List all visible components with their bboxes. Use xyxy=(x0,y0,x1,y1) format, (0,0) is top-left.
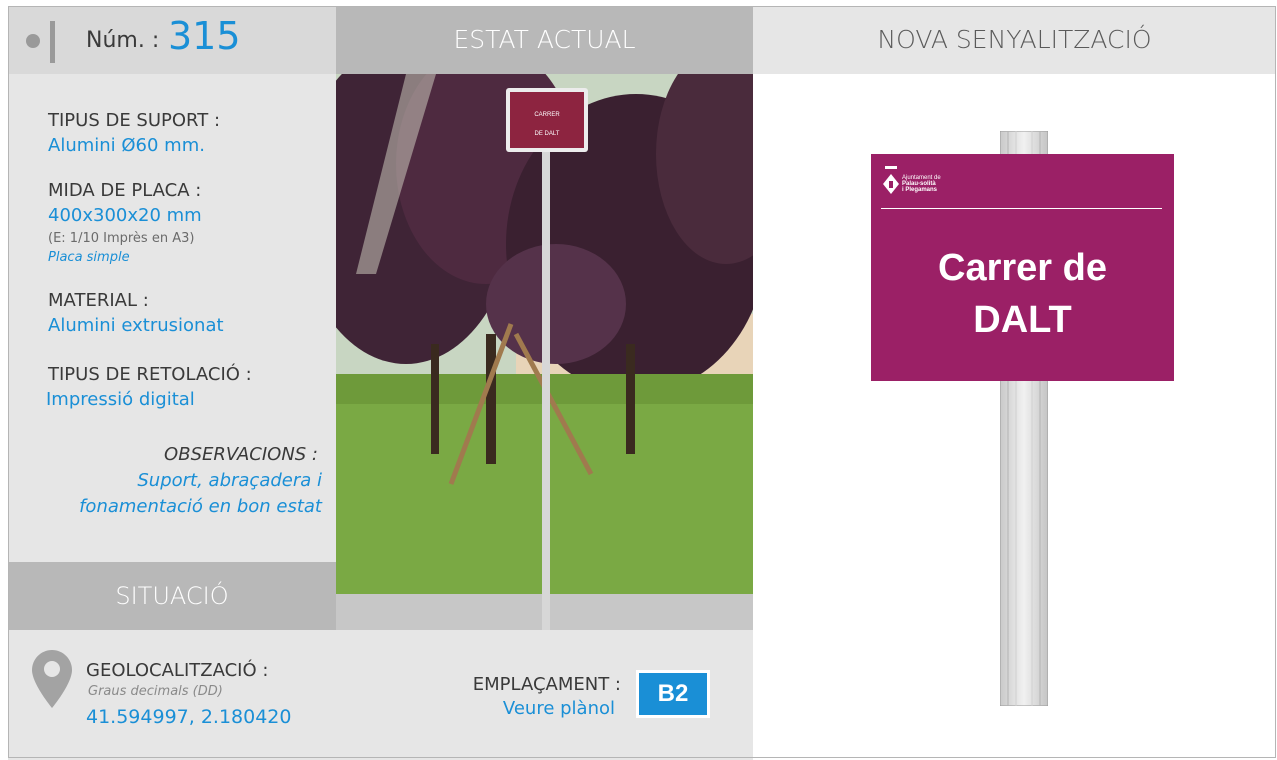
bullet-bar-icon xyxy=(50,21,55,63)
material-label: MATERIAL : xyxy=(48,290,149,311)
geo-coordinates: 41.594997, 2.180420 xyxy=(86,706,292,728)
sign-number-value: 315 xyxy=(168,14,241,58)
geo-format: Graus decimals (DD) xyxy=(88,684,223,699)
situacio-title: SITUACIÓ xyxy=(115,582,229,610)
mida-placa-type: Placa simple xyxy=(48,250,130,265)
material-value: Alumini extrusionat xyxy=(48,315,224,336)
estat-actual-title: ESTAT ACTUAL xyxy=(453,25,636,54)
mida-placa-note: (E: 1/10 Imprès en A3) xyxy=(48,231,195,246)
old-sign-line-2: DE DALT xyxy=(534,131,560,137)
nova-senyalitzacio-header: NOVA SENYALITZACIÓ xyxy=(753,6,1276,74)
old-sign-line-1: CARRER xyxy=(534,112,560,118)
street-line-2: DALT xyxy=(973,299,1072,341)
situacio-header: SITUACIÓ xyxy=(8,562,336,630)
observacions-line-2: fonamentació en bon estat xyxy=(79,496,322,517)
sign-number-label: Núm. : xyxy=(86,28,160,53)
location-pin-icon xyxy=(32,650,72,708)
new-sign-plate: Ajuntament de Palau-solità i Plegamans C… xyxy=(871,154,1174,381)
emplacament-code-badge[interactable]: B2 xyxy=(636,670,710,718)
current-state-photo: CARRER DE DALT xyxy=(336,74,753,630)
estat-actual-header: ESTAT ACTUAL xyxy=(336,6,753,74)
logo-line-3: i Plegamans xyxy=(902,187,938,193)
geo-label: GEOLOCALITZACIÓ : xyxy=(86,660,269,681)
sign-divider xyxy=(881,208,1162,209)
mida-placa-value: 400x300x20 mm xyxy=(48,205,202,226)
street-line-1: Carrer de xyxy=(938,247,1107,289)
tipus-suport-value: Alumini Ø60 mm. xyxy=(48,135,205,156)
mida-placa-label: MIDA DE PLACA : xyxy=(48,180,202,201)
retolacio-label: TIPUS DE RETOLACIÓ : xyxy=(48,364,252,385)
council-logo-text: Ajuntament de Palau-solità i Plegamans xyxy=(902,175,941,193)
observacions-label: OBSERVACIONS : xyxy=(164,444,318,465)
tipus-suport-label: TIPUS DE SUPORT : xyxy=(48,110,221,131)
bullet-dot-icon xyxy=(26,34,40,48)
street-name: Carrer de DALT xyxy=(871,242,1174,346)
emplacament-label: EMPLAÇAMENT : xyxy=(472,674,621,695)
nova-senyalitzacio-title: NOVA SENYALITZACIÓ xyxy=(877,25,1152,54)
emplacament-link[interactable]: Veure plànol xyxy=(503,698,615,719)
retolacio-value: Impressió digital xyxy=(46,389,195,410)
council-logo-icon xyxy=(883,166,899,194)
photo-illustration xyxy=(336,74,753,630)
observacions-line-1: Suport, abraçadera i xyxy=(137,470,322,491)
